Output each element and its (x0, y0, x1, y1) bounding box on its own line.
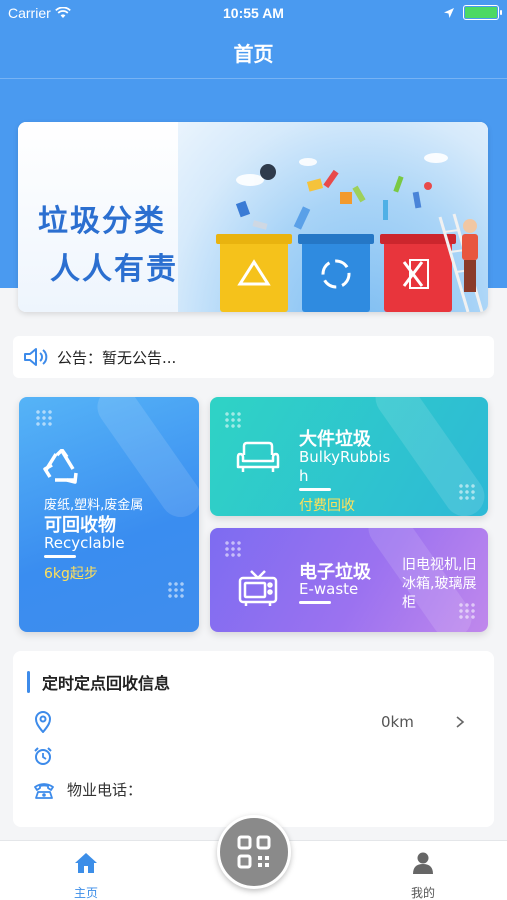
chevron-right-icon[interactable] (455, 715, 465, 729)
battery-icon (463, 5, 502, 20)
bulky-subtitle-line1: BulkyRubbis (299, 448, 391, 466)
location-arrow-icon (444, 7, 454, 18)
recyclable-subtitle: Recyclable (44, 534, 125, 552)
notice-label: 公告： (57, 348, 103, 367)
schedule-title: 定时定点回收信息 (42, 674, 171, 693)
schedule-info-panel: 定时定点回收信息 0km 物业电话： (13, 651, 494, 827)
sofa-icon (236, 441, 280, 472)
page-title: 首页 (233, 42, 274, 66)
recyclable-note: 6kg起步 (44, 566, 98, 582)
ewaste-underline (299, 601, 331, 604)
banner[interactable]: 垃圾分类 人人有责 (18, 122, 488, 312)
dots-decoration (224, 540, 242, 558)
nav-divider (0, 78, 507, 79)
recyclable-card[interactable]: 废纸,塑料,废金属 可回收物 Recyclable 6kg起步 (19, 397, 199, 632)
tab-mine-label: 我的 (410, 886, 435, 900)
bulky-card[interactable]: 大件垃圾 BulkyRubbis h 付费回收 (210, 397, 488, 516)
location-pin-icon (34, 711, 52, 733)
distance-text: 0km (381, 713, 414, 731)
schedule-header: 定时定点回收信息 (27, 670, 170, 694)
ewaste-desc: 旧电视机,旧 冰箱,玻璃展 柜 (402, 556, 476, 613)
phone-label: 物业电话： (67, 781, 143, 799)
time-row (33, 746, 65, 766)
banner-slogan-line2: 人人有责 (50, 252, 178, 287)
qr-code-icon (237, 835, 271, 869)
bulky-underline (299, 488, 331, 491)
tv-icon (238, 570, 278, 606)
ewaste-desc-line3: 柜 (402, 595, 416, 611)
notice-bar[interactable]: 公告： 暂无公告... (13, 336, 494, 378)
tab-mine[interactable]: 我的 (393, 851, 453, 900)
tab-home-label: 主页 (73, 886, 98, 900)
scan-qr-button[interactable] (217, 815, 291, 889)
status-time: 10:55 AM (223, 5, 284, 21)
user-icon (413, 852, 433, 874)
tab-home[interactable]: 主页 (56, 851, 116, 900)
ewaste-card[interactable]: 电子垃圾 E-waste 旧电视机,旧 冰箱,玻璃展 柜 (210, 528, 488, 632)
ewaste-desc-line1: 旧电视机,旧 (402, 557, 477, 573)
ewaste-desc-line2: 冰箱,玻璃展 (402, 576, 477, 592)
bulky-subtitle-line2: h (299, 467, 309, 485)
status-bar: Carrier 10:55 AM (0, 0, 507, 28)
home-icon (75, 853, 97, 873)
telephone-icon (34, 782, 54, 799)
location-row[interactable]: 0km (33, 711, 473, 733)
dots-decoration (167, 581, 185, 599)
dots-decoration (224, 411, 242, 429)
notice-text: 暂无公告... (102, 348, 177, 367)
schedule-header-bar (27, 671, 30, 693)
ewaste-subtitle: E-waste (299, 580, 359, 598)
status-right (443, 5, 502, 20)
dots-decoration (35, 409, 53, 427)
banner-artwork (216, 153, 484, 312)
speaker-icon (24, 348, 48, 366)
recyclable-underline (44, 555, 76, 558)
bulky-note: 付费回收 (299, 498, 355, 514)
dots-decoration (458, 483, 476, 501)
banner-illustration (178, 122, 488, 312)
alarm-clock-icon (34, 747, 52, 765)
recycle-icon (43, 449, 78, 484)
banner-slogan-line1: 垃圾分类 (38, 204, 166, 239)
phone-row[interactable]: 物业电话： (33, 779, 142, 800)
